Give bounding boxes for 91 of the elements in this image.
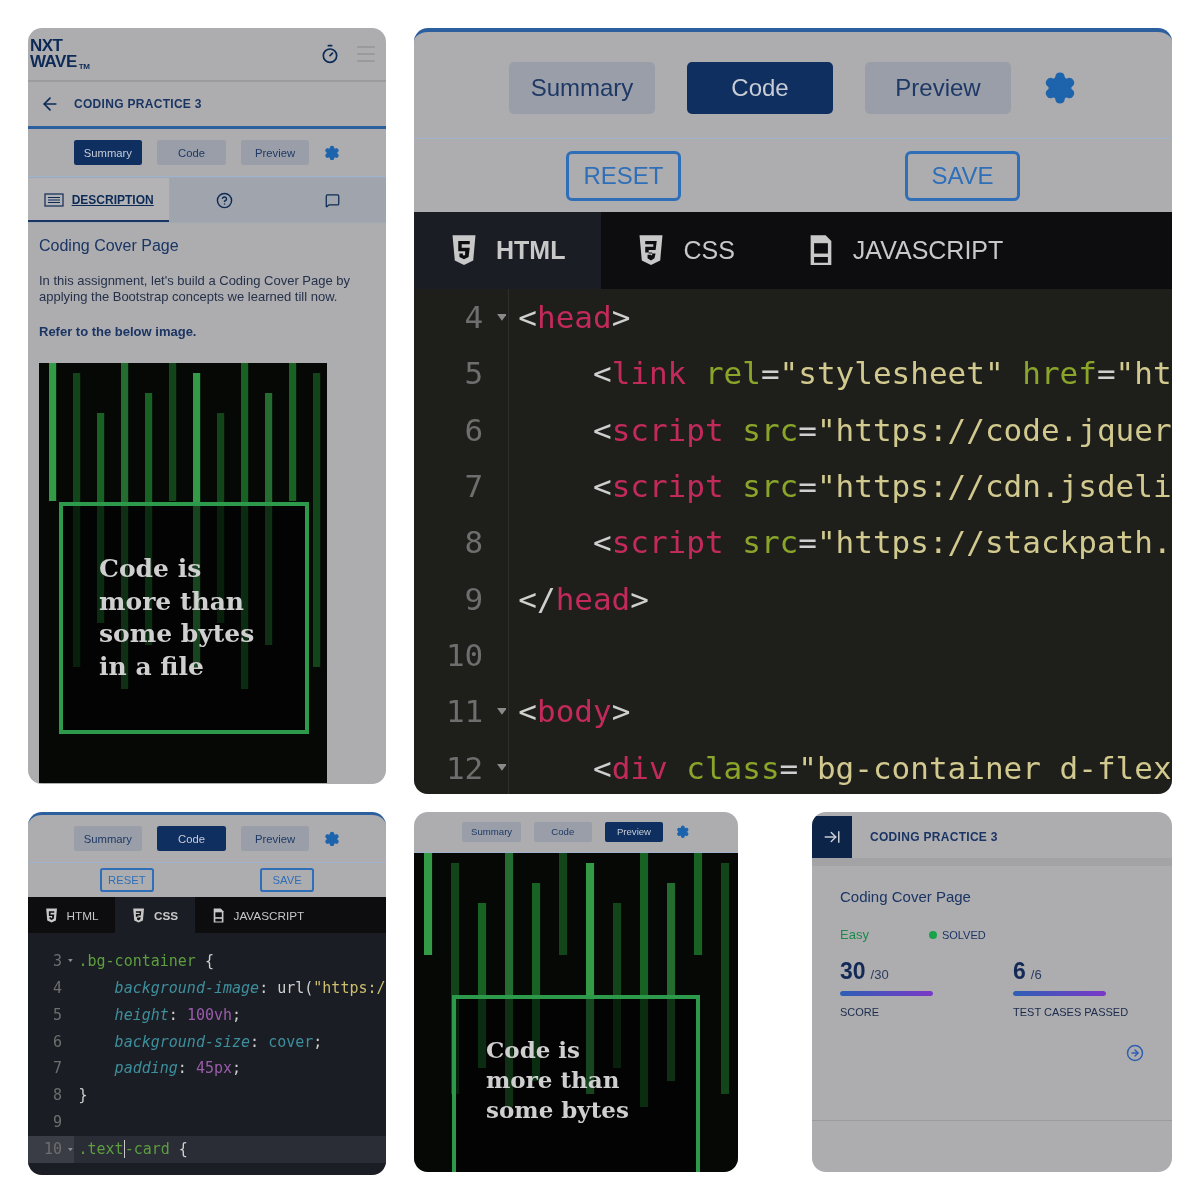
problem-title: Coding Cover Page [39, 237, 180, 255]
file-tab[interactable]: HTML [28, 897, 116, 934]
code-line: <link rel="stylesheet" href="ht [591, 355, 1172, 392]
code-line: } [78, 1086, 88, 1105]
problem-title: Coding Cover Page [840, 888, 972, 905]
file-tab[interactable]: JAVASCRIPT [770, 212, 1040, 289]
code-line: height: 100vh; [113, 1005, 242, 1024]
line-number: 12 [445, 749, 484, 786]
stat-total: /30 [870, 967, 889, 982]
code-line: </head> [518, 580, 649, 617]
line-number: 9 [464, 580, 484, 617]
image-caption: Code is more than some bytes in a file [99, 553, 256, 683]
panel-title: CODING PRACTICE 3 [870, 830, 998, 844]
line-number: 5 [52, 1005, 62, 1024]
code-line: <script src="https://cdn.jsdeli [591, 468, 1172, 505]
settings-icon[interactable] [324, 144, 341, 161]
code-line: <head> [518, 299, 631, 336]
description-tab[interactable]: DESCRIPTION [28, 178, 171, 222]
page-title: CODING PRACTICE 3 [74, 97, 202, 111]
preview-caption: Code is more than some bytes [486, 1035, 630, 1125]
view-tab[interactable]: Summary [73, 826, 143, 851]
arrow-right-icon[interactable] [1126, 1044, 1144, 1062]
description-text: In this assignment, let's build a Coding Cover Page by applying the Bootstrap concepts we learned till now. [39, 273, 352, 305]
view-tab[interactable]: Summary [73, 140, 143, 165]
stat-label: SCORE [840, 1006, 881, 1018]
code-line: <script src="https://code.jquer [591, 411, 1172, 448]
status-label: SOLVED [941, 928, 986, 941]
line-number: 7 [464, 468, 484, 505]
line-number: 11 [445, 693, 484, 730]
html5-icon [450, 234, 478, 267]
html5-icon [44, 907, 59, 923]
collapse-panel-button[interactable] [812, 816, 852, 858]
line-number: 9 [52, 1113, 62, 1132]
line-number: 6 [52, 1032, 62, 1051]
collapse-icon [823, 828, 841, 846]
view-tab[interactable]: Code [157, 826, 226, 851]
logo: NXT WAVE TM [30, 37, 90, 71]
view-tab[interactable]: Summary [509, 62, 655, 114]
line-number: 6 [464, 411, 484, 448]
view-tab[interactable]: Code [533, 821, 592, 843]
view-tab[interactable]: Preview [604, 821, 664, 843]
line-number: 3 [52, 951, 62, 970]
file-tab[interactable]: CSS [601, 212, 771, 289]
code-line: <body> [518, 693, 631, 730]
stat-label: TEST CASES PASSED [1013, 1006, 1130, 1018]
fold-icon[interactable] [68, 959, 74, 963]
stat-value: 30 [840, 958, 866, 985]
line-number: 8 [52, 1086, 62, 1105]
line-number: 4 [464, 299, 484, 336]
fold-icon[interactable] [496, 764, 507, 771]
save-button[interactable]: SAVE [905, 150, 1020, 201]
text-cursor [123, 1140, 125, 1159]
code-line: .bg-container { [78, 951, 214, 970]
code-line: <div class="bg-container d-flex [591, 749, 1172, 786]
fold-icon[interactable] [68, 1147, 74, 1151]
line-number: 4 [52, 978, 62, 997]
note-text: Refer to the below image. [39, 324, 198, 340]
settings-icon[interactable] [324, 830, 341, 847]
line-number: 7 [52, 1059, 62, 1078]
file-tab[interactable]: JAVASCRIPT [195, 897, 322, 934]
css3-icon [132, 907, 146, 923]
view-tab[interactable]: Preview [240, 140, 310, 165]
view-tab[interactable]: Code [157, 140, 226, 165]
document-icon [43, 193, 64, 207]
view-tab[interactable]: Preview [865, 62, 1011, 114]
line-number: 10 [445, 636, 484, 673]
comment-icon [324, 192, 340, 208]
file-tab[interactable]: CSS [115, 897, 195, 934]
code-line: background-size: cover; [113, 1032, 323, 1051]
help-icon [215, 191, 233, 209]
view-tab[interactable]: Code [687, 62, 833, 114]
fold-icon[interactable] [496, 707, 507, 715]
view-tab[interactable]: Summary [462, 821, 521, 843]
difficulty-label: Easy [840, 927, 869, 942]
stopwatch-icon[interactable] [320, 44, 340, 64]
reset-button[interactable]: RESET [566, 150, 681, 201]
line-number: 8 [464, 524, 484, 561]
code-line: <script src="https://stackpath. [591, 524, 1172, 561]
settings-icon[interactable] [1043, 71, 1077, 105]
code-line: padding: 45px; [113, 1059, 242, 1078]
save-button[interactable]: SAVE [260, 868, 315, 892]
settings-icon[interactable] [676, 825, 690, 839]
stat-value: 6 [1013, 958, 1026, 985]
stat-total: /6 [1030, 967, 1042, 982]
line-number: 5 [464, 355, 484, 392]
file-tab[interactable]: HTML [414, 212, 602, 289]
fold-icon[interactable] [496, 313, 507, 321]
code-line: background-image: url("https:/ [113, 978, 386, 997]
reset-button[interactable]: RESET [99, 868, 154, 892]
view-tab[interactable]: Preview [240, 826, 310, 851]
code-line: .text-card { [78, 1140, 188, 1159]
